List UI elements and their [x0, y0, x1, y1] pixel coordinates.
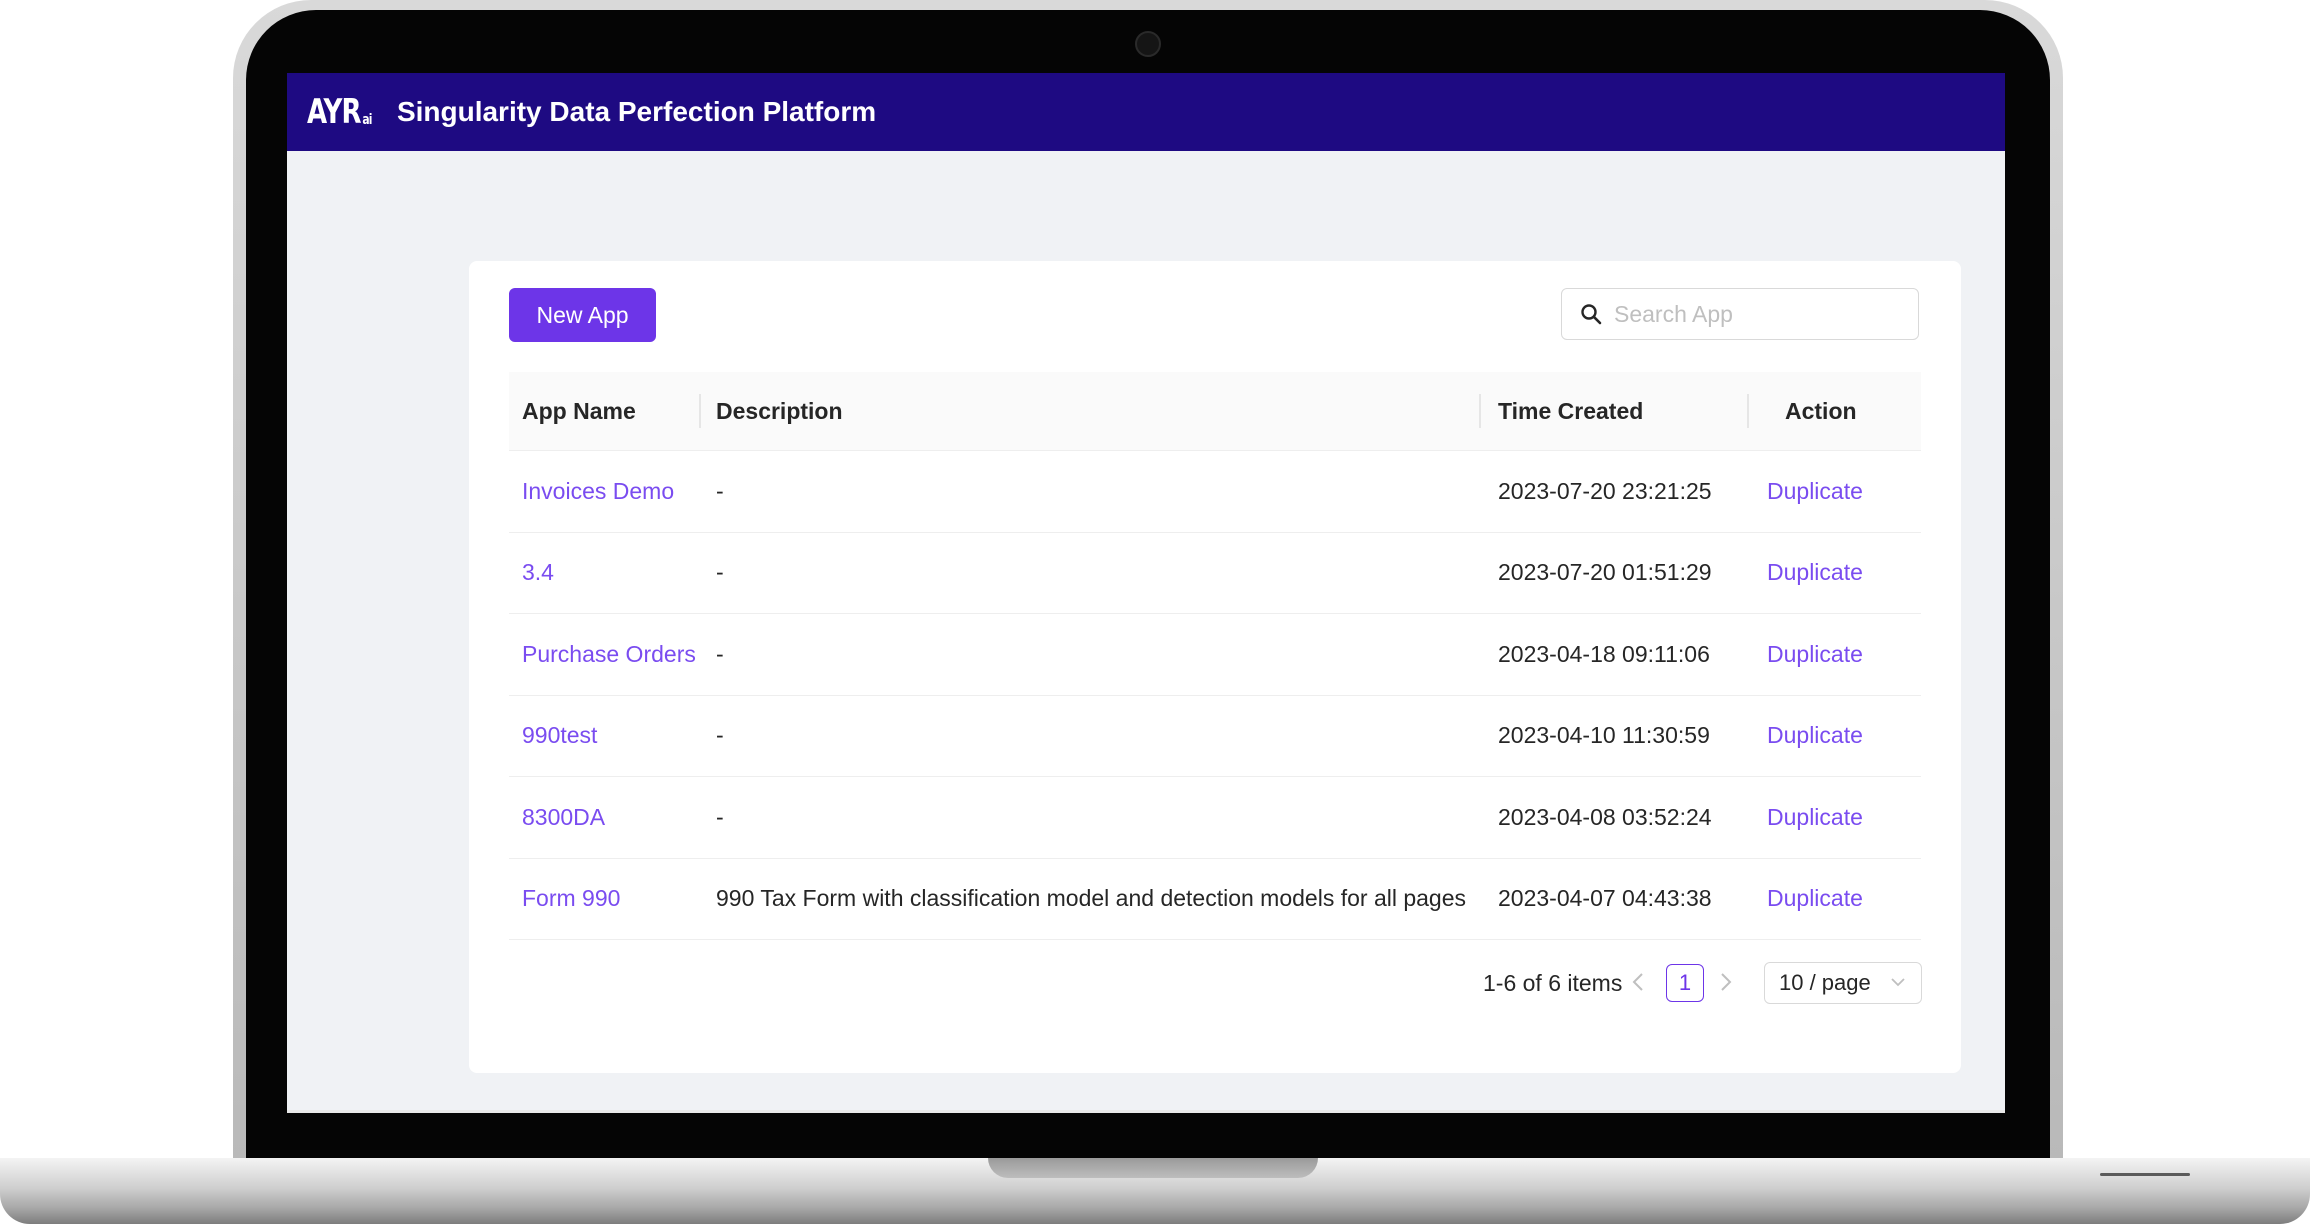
column-divider — [1479, 394, 1481, 428]
page-size-label: 10 / page — [1779, 970, 1871, 995]
table-row: 990test - 2023-04-10 11:30:59 Duplicate — [509, 696, 1921, 777]
app-description: 990 Tax Form with classification model a… — [716, 885, 1467, 912]
search-input[interactable] — [1612, 299, 1916, 329]
table-row: Form 990 990 Tax Form with classificatio… — [509, 859, 1921, 940]
column-header-time-created: Time Created — [1498, 397, 1644, 424]
camera-icon — [1135, 31, 1161, 57]
app-time-created: 2023-04-18 09:11:06 — [1498, 640, 1710, 667]
app-description: - — [716, 477, 724, 504]
logo: AYR ai — [307, 92, 372, 132]
laptop-base-detail — [2100, 1173, 2190, 1176]
app-time-created: 2023-04-07 04:43:38 — [1498, 885, 1712, 912]
pagination: 1-6 of 6 items 1 10 / page — [469, 962, 1961, 1006]
pagination-total: 1-6 of 6 items — [1483, 970, 1623, 996]
search-box[interactable] — [1561, 288, 1919, 340]
app-time-created: 2023-07-20 01:51:29 — [1498, 559, 1712, 586]
search-icon — [1580, 303, 1602, 325]
table-row: Invoices Demo - 2023-07-20 23:21:25 Dupl… — [509, 451, 1921, 533]
screen-bottom-edge — [287, 1110, 2005, 1113]
app-name-link[interactable]: Invoices Demo — [522, 478, 674, 505]
next-page-icon[interactable] — [1719, 971, 1733, 999]
chevron-down-icon — [1889, 973, 1907, 996]
app-description: - — [716, 722, 724, 749]
app-name-link[interactable]: Form 990 — [522, 885, 620, 912]
duplicate-link[interactable]: Duplicate — [1767, 722, 1863, 749]
table-header: App Name Description Time Created Action — [509, 372, 1921, 451]
page-number-button[interactable]: 1 — [1666, 964, 1704, 1002]
duplicate-link[interactable]: Duplicate — [1767, 804, 1863, 831]
table-row: 3.4 - 2023-07-20 01:51:29 Duplicate — [509, 533, 1921, 614]
column-header-app-name: App Name — [522, 397, 636, 424]
table-row: Purchase Orders - 2023-04-18 09:11:06 Du… — [509, 614, 1921, 696]
app-description: - — [716, 803, 724, 830]
duplicate-link[interactable]: Duplicate — [1767, 641, 1863, 668]
app-name-link[interactable]: 990test — [522, 722, 597, 749]
app-name-link[interactable]: Purchase Orders — [522, 641, 696, 668]
app-title: Singularity Data Perfection Platform — [396, 96, 877, 127]
app-time-created: 2023-04-08 03:52:24 — [1498, 803, 1712, 830]
screen: AYR ai Singularity Data Perfection Platfo… — [287, 73, 2005, 1113]
app-time-created: 2023-07-20 23:21:25 — [1498, 477, 1712, 504]
page-size-select[interactable]: 10 / page — [1764, 962, 1922, 1004]
app-description: - — [716, 559, 724, 586]
column-header-action: Action — [1785, 397, 1857, 424]
app-header: AYR ai Singularity Data Perfection Platfo… — [287, 73, 2005, 151]
app-description: - — [716, 640, 724, 667]
prev-page-icon[interactable] — [1631, 971, 1645, 999]
app-name-link[interactable]: 3.4 — [522, 559, 554, 586]
table-row: 8300DA - 2023-04-08 03:52:24 Duplicate — [509, 777, 1921, 859]
duplicate-link[interactable]: Duplicate — [1767, 885, 1863, 912]
new-app-button[interactable]: New App — [509, 288, 656, 342]
column-header-description: Description — [716, 397, 843, 424]
duplicate-link[interactable]: Duplicate — [1767, 559, 1863, 586]
logo-text: AYR — [307, 92, 362, 132]
column-divider — [1747, 394, 1749, 428]
apps-table: App Name Description Time Created Action… — [509, 372, 1921, 940]
duplicate-link[interactable]: Duplicate — [1767, 478, 1863, 505]
app-name-link[interactable]: 8300DA — [522, 804, 605, 831]
logo-suffix: ai — [362, 112, 372, 128]
column-divider — [699, 394, 701, 428]
app-time-created: 2023-04-10 11:30:59 — [1498, 722, 1710, 749]
laptop-notch — [988, 1158, 1318, 1178]
apps-card: New App App Name Description Time Create… — [469, 261, 1961, 1073]
